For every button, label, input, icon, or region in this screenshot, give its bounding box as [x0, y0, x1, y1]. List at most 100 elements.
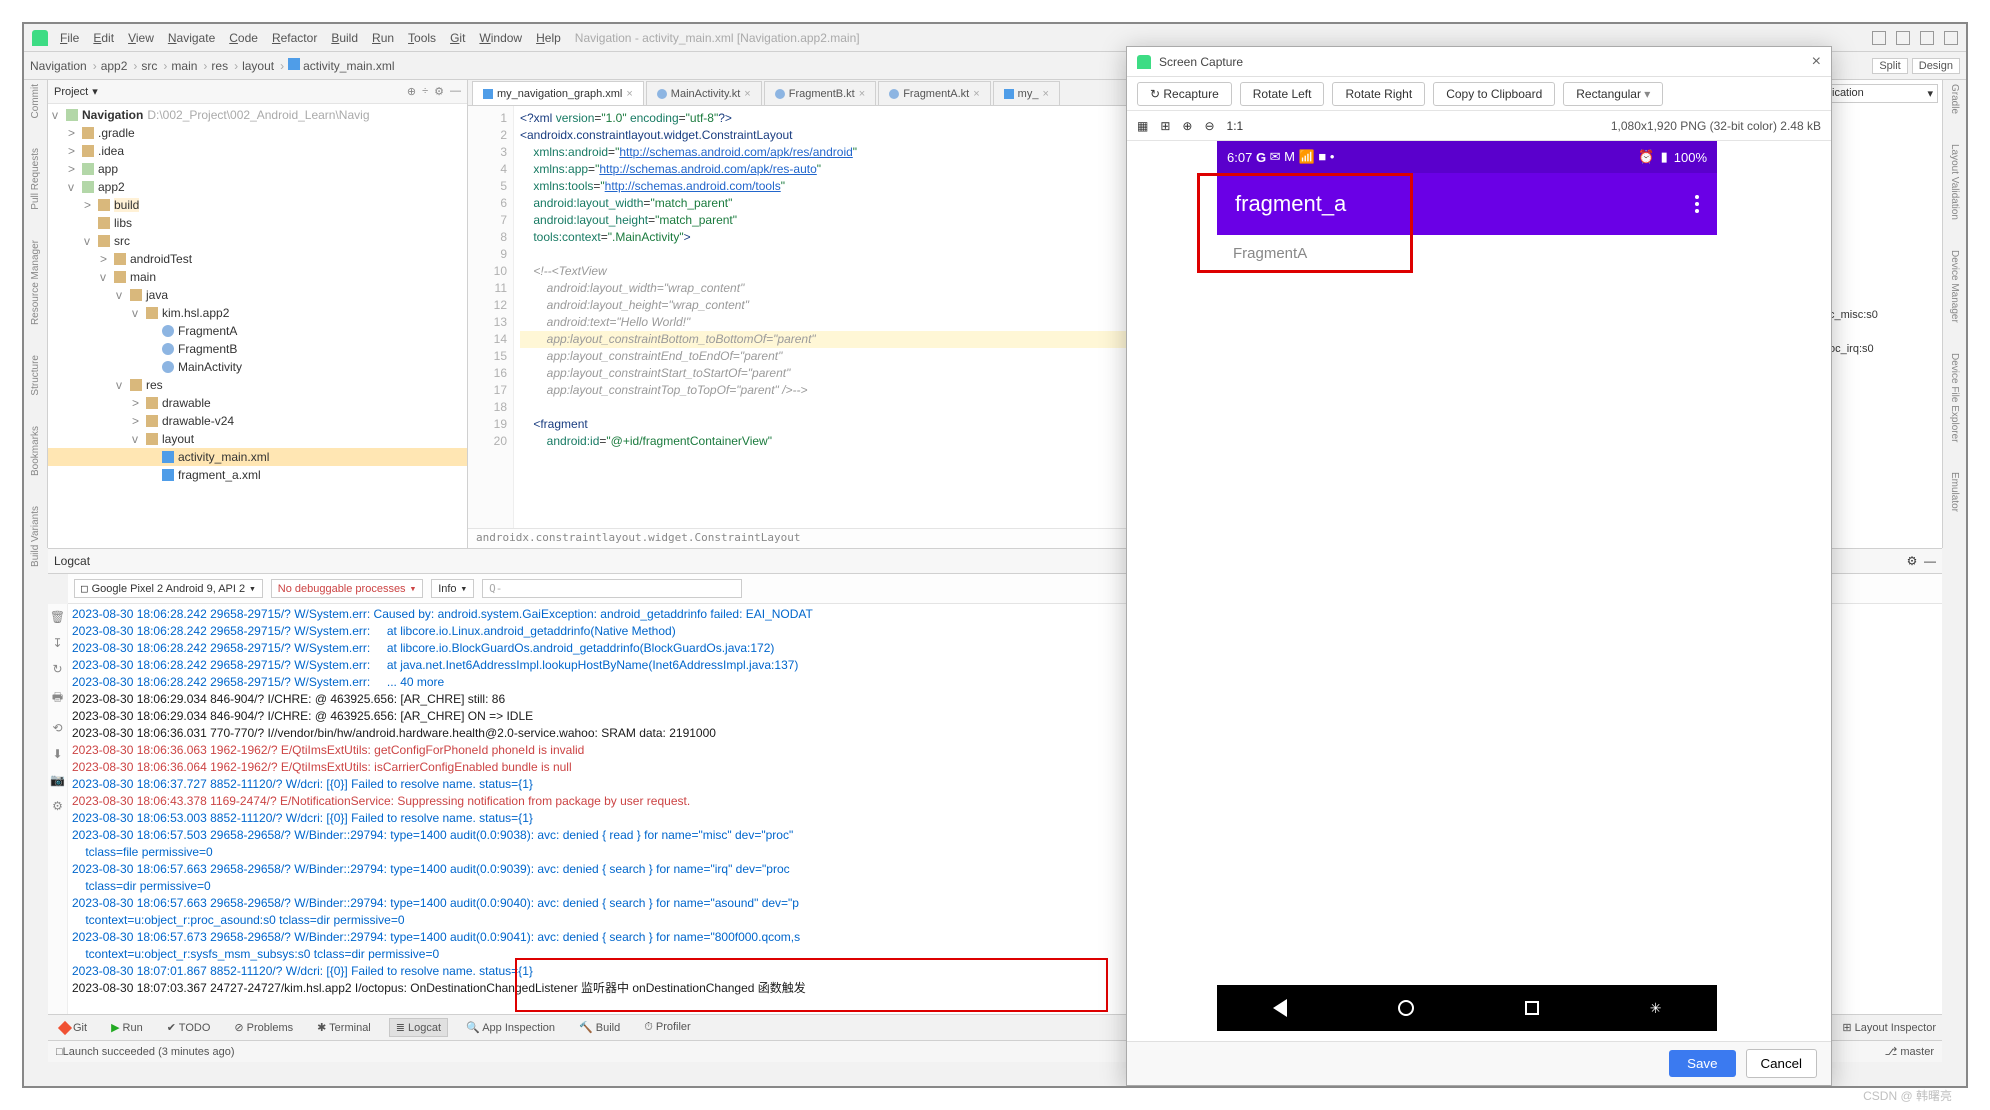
scroll-end-icon[interactable]: ↧	[52, 636, 62, 650]
tree-node[interactable]: FragmentB	[48, 340, 467, 358]
breadcrumb-segment[interactable]: Navigation	[30, 59, 87, 73]
restart-icon[interactable]: ⟲	[52, 721, 62, 735]
bottom-tab-run[interactable]: ▶ Run	[105, 1019, 149, 1036]
left-strip-pull-requests[interactable]: Pull Requests	[30, 148, 41, 210]
print-icon[interactable]: 🖶	[52, 688, 63, 709]
save-button[interactable]: Save	[1669, 1050, 1735, 1077]
bottom-tab-build[interactable]: 🔨 Build	[573, 1019, 626, 1036]
logcat-search-input[interactable]: Q-	[482, 579, 742, 598]
cancel-button[interactable]: Cancel	[1746, 1049, 1818, 1078]
tree-node[interactable]: >app	[48, 160, 467, 178]
menu-tools[interactable]: Tools	[408, 31, 436, 45]
right-strip-gradle[interactable]: Gradle	[1949, 84, 1960, 114]
bottom-tab-problems[interactable]: ⊘ Problems	[228, 1019, 299, 1036]
bottom-tab-terminal[interactable]: ✱ Terminal	[311, 1019, 377, 1036]
menu-code[interactable]: Code	[229, 31, 258, 45]
left-strip-resource-manager[interactable]: Resource Manager	[30, 240, 41, 325]
menu-window[interactable]: Window	[479, 31, 522, 45]
menu-navigate[interactable]: Navigate	[168, 31, 215, 45]
copy-clipboard-button[interactable]: Copy to Clipboard	[1433, 82, 1555, 106]
design-button[interactable]: Design	[1912, 58, 1960, 74]
menu-run[interactable]: Run	[372, 31, 394, 45]
menu-build[interactable]: Build	[331, 31, 358, 45]
tree-node[interactable]: >drawable-v24	[48, 412, 467, 430]
breadcrumb-segment[interactable]: layout	[242, 59, 274, 73]
breadcrumb-segment[interactable]: activity_main.xml	[288, 59, 394, 73]
tree-node[interactable]: vsrc	[48, 232, 467, 250]
logcat-hide-icon[interactable]: —	[1924, 554, 1936, 568]
panel-minimize-icon[interactable]: ⊕	[407, 85, 416, 98]
device-dropdown[interactable]: □ Google Pixel 2 Android 9, API 2 ▾	[74, 579, 263, 598]
menu-refactor[interactable]: Refactor	[272, 31, 317, 45]
toolbar-icon[interactable]	[1920, 31, 1934, 45]
editor-tab[interactable]: my_ ×	[993, 81, 1060, 105]
tree-node[interactable]: >androidTest	[48, 250, 467, 268]
tree-node[interactable]: >build	[48, 196, 467, 214]
grid-icon[interactable]: ▦	[1137, 119, 1148, 133]
project-tree[interactable]: v Navigation D:\002_Project\002_Android_…	[48, 104, 467, 548]
breadcrumb-segment[interactable]: main	[171, 59, 197, 73]
menu-edit[interactable]: Edit	[93, 31, 114, 45]
close-icon[interactable]: ×	[1812, 53, 1821, 71]
bottom-tab-profiler[interactable]: ⏱ Profiler	[638, 1019, 696, 1036]
settings-icon[interactable]: ⚙	[52, 799, 63, 813]
frame-shape-dropdown[interactable]: Rectangular	[1563, 82, 1663, 106]
recapture-button[interactable]: ↻ Recapture	[1137, 82, 1232, 106]
breadcrumb-segment[interactable]: res	[211, 59, 228, 73]
wrap-icon[interactable]: ↻	[52, 662, 62, 676]
screen-capture-canvas[interactable]: 6:07 G ✉ M 📶 ■ • ⏰ ▮ 100% fragment_a Fra…	[1127, 141, 1831, 1041]
zoom-in-icon[interactable]: ⊕	[1182, 119, 1192, 133]
process-dropdown[interactable]: No debuggable processes ▾	[271, 579, 423, 598]
layout-inspector-button[interactable]: ⊞ Layout Inspector	[1842, 1021, 1936, 1034]
trash-icon[interactable]: 🗑	[50, 610, 65, 624]
menu-file[interactable]: File	[60, 31, 79, 45]
left-strip-commit[interactable]: Commit	[30, 84, 41, 118]
tree-node[interactable]: vjava	[48, 286, 467, 304]
tree-node[interactable]: vres	[48, 376, 467, 394]
editor-tab[interactable]: MainActivity.kt ×	[646, 81, 762, 105]
logcat-gear-icon[interactable]: ⚙	[1907, 554, 1918, 568]
right-strip-device-manager[interactable]: Device Manager	[1949, 250, 1960, 323]
tree-node[interactable]: >.idea	[48, 142, 467, 160]
git-branch[interactable]: master	[1900, 1046, 1934, 1058]
menu-view[interactable]: View	[128, 31, 154, 45]
screen-capture-titlebar[interactable]: Screen Capture ×	[1127, 47, 1831, 77]
tree-node[interactable]: >drawable	[48, 394, 467, 412]
bottom-tab-todo[interactable]: ✔ TODO	[161, 1019, 217, 1036]
toolbar-icon[interactable]	[1872, 31, 1886, 45]
tree-node[interactable]: libs	[48, 214, 467, 232]
tree-node[interactable]: fragment_a.xml	[48, 466, 467, 484]
split-button[interactable]: Split	[1872, 58, 1907, 74]
breadcrumb-segment[interactable]: src	[141, 59, 157, 73]
down-icon[interactable]: ⬇	[52, 747, 62, 761]
panel-collapse-icon[interactable]: ÷	[422, 85, 428, 98]
breadcrumb-segment[interactable]: app2	[101, 59, 128, 73]
right-strip-emulator[interactable]: Emulator	[1949, 472, 1960, 512]
tree-node[interactable]: MainActivity	[48, 358, 467, 376]
editor-tab[interactable]: my_navigation_graph.xml ×	[472, 81, 644, 105]
menu-help[interactable]: Help	[536, 31, 561, 45]
bottom-tab-git[interactable]: Git	[54, 1020, 93, 1036]
rotate-right-button[interactable]: Rotate Right	[1332, 82, 1425, 106]
editor-tab[interactable]: FragmentB.kt ×	[764, 81, 876, 105]
rotate-left-button[interactable]: Rotate Left	[1240, 82, 1325, 106]
bottom-tab-logcat[interactable]: ≣ Logcat	[389, 1018, 448, 1037]
tree-node[interactable]: FragmentA	[48, 322, 467, 340]
panel-hide-icon[interactable]: —	[450, 85, 461, 98]
panel-gear-icon[interactable]: ⚙	[434, 85, 444, 98]
grid4-icon[interactable]: ⊞	[1160, 119, 1170, 133]
bottom-tab-app-inspection[interactable]: 🔍 App Inspection	[460, 1019, 561, 1036]
toolbar-icon[interactable]	[1896, 31, 1910, 45]
left-strip-bookmarks[interactable]: Bookmarks	[30, 426, 41, 476]
left-strip-structure[interactable]: Structure	[30, 355, 41, 396]
tree-node[interactable]: vmain	[48, 268, 467, 286]
menu-git[interactable]: Git	[450, 31, 465, 45]
camera-icon[interactable]: 📷	[50, 773, 65, 787]
right-strip-device-file-explorer[interactable]: Device File Explorer	[1949, 353, 1960, 442]
tree-node[interactable]: activity_main.xml	[48, 448, 467, 466]
left-strip-build-variants[interactable]: Build Variants	[30, 506, 41, 567]
project-root[interactable]: v Navigation D:\002_Project\002_Android_…	[48, 106, 467, 124]
avatar-icon[interactable]	[1944, 31, 1958, 45]
tree-node[interactable]: >.gradle	[48, 124, 467, 142]
tree-node[interactable]: vlayout	[48, 430, 467, 448]
